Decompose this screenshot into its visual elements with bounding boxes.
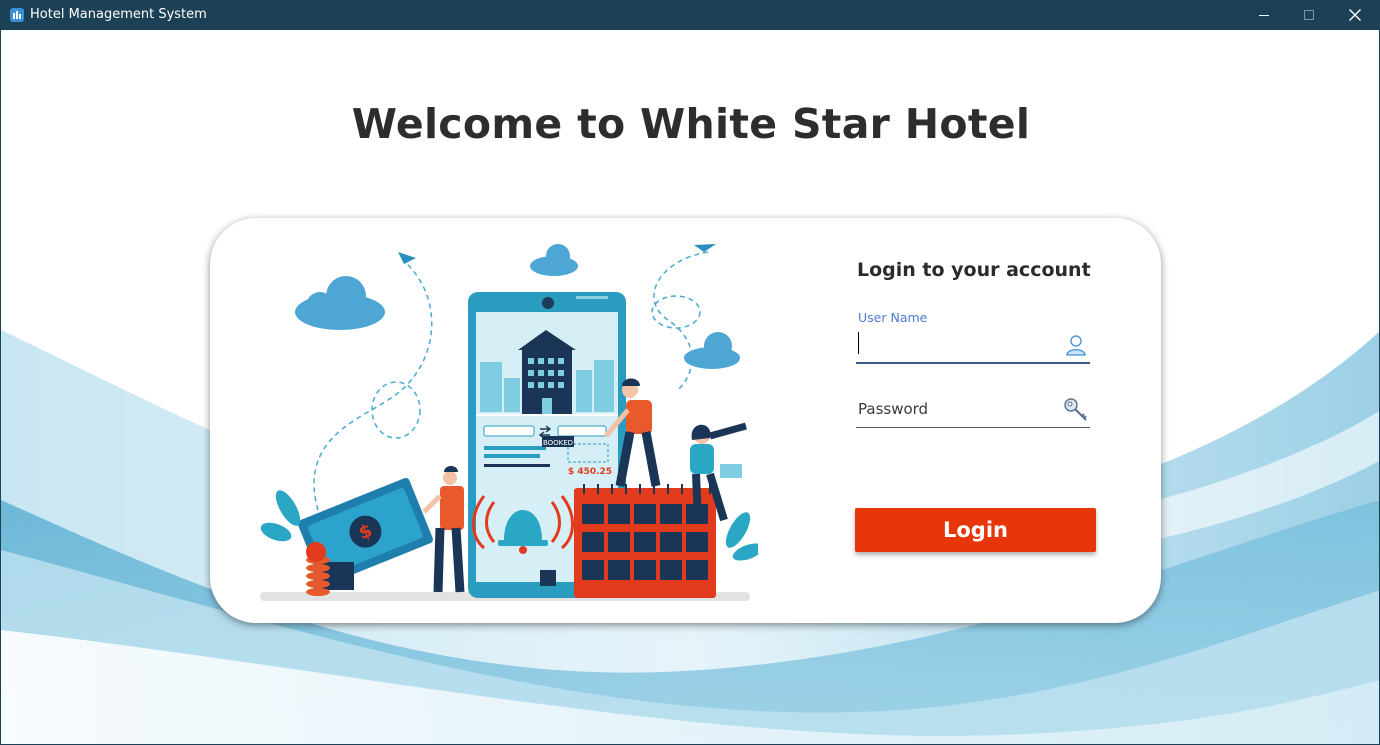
username-label: User Name bbox=[858, 310, 928, 325]
login-button[interactable]: Login bbox=[855, 508, 1096, 552]
password-field[interactable] bbox=[856, 390, 1090, 428]
close-button[interactable] bbox=[1332, 0, 1378, 30]
maximize-button[interactable] bbox=[1286, 0, 1332, 30]
maximize-icon bbox=[1304, 10, 1314, 20]
hotel-booking-illustration: BOOKED $ 450.25 $ bbox=[260, 244, 758, 601]
text-caret bbox=[858, 332, 859, 354]
login-heading: Login to your account bbox=[857, 259, 1091, 281]
login-window: Welcome to White Star Hotel BOOKED $ 450… bbox=[0, 30, 1380, 745]
welcome-heading: Welcome to White Star Hotel bbox=[351, 100, 1031, 148]
minimize-icon bbox=[1259, 15, 1269, 16]
key-icon bbox=[1064, 398, 1087, 421]
window-title: Hotel Management System bbox=[30, 7, 207, 22]
price-label: $ 450.25 bbox=[568, 467, 612, 477]
title-bar: Hotel Management System bbox=[0, 0, 1380, 30]
username-input[interactable] bbox=[858, 331, 1058, 357]
minimize-button[interactable] bbox=[1241, 0, 1287, 30]
username-field[interactable] bbox=[856, 326, 1090, 364]
hotel-icon bbox=[10, 8, 24, 22]
user-icon bbox=[1066, 335, 1086, 356]
login-card: BOOKED $ 450.25 $ Login to your account … bbox=[210, 218, 1161, 623]
password-input[interactable] bbox=[858, 396, 1058, 422]
close-icon bbox=[1349, 9, 1361, 21]
booked-label: BOOKED bbox=[543, 439, 573, 447]
